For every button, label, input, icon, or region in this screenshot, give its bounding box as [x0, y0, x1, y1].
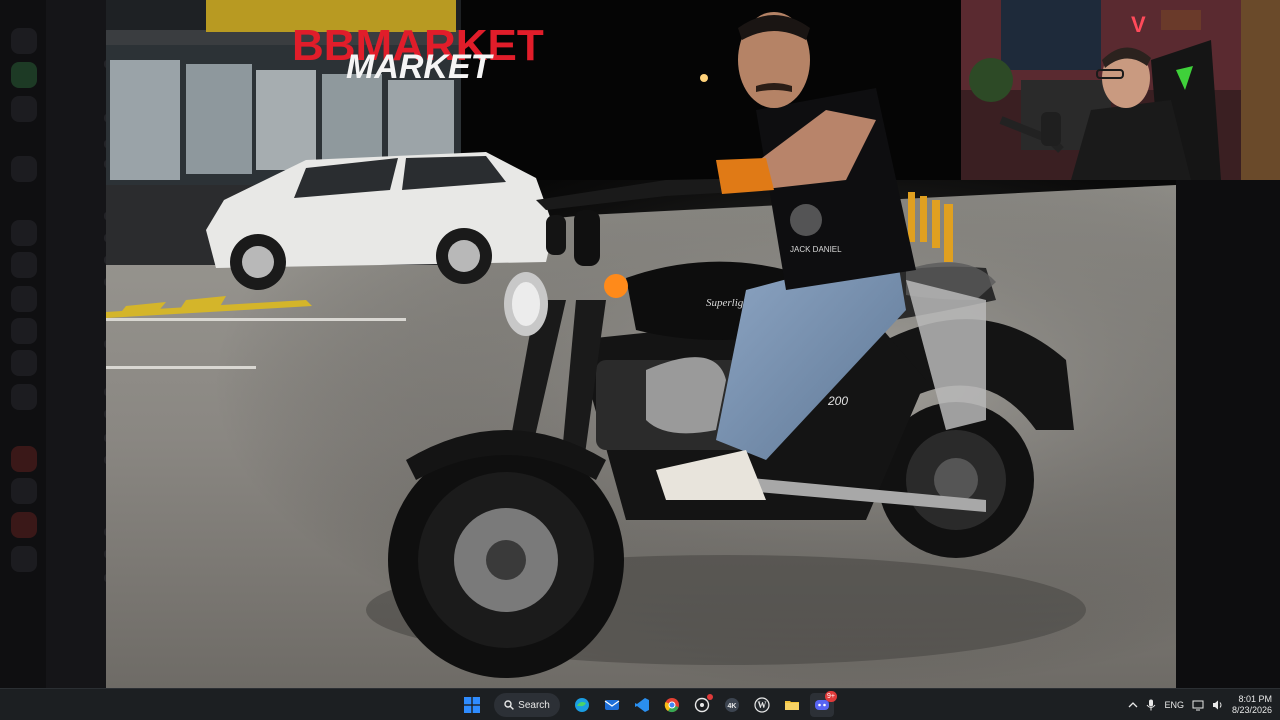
- webcam-feed: V: [961, 0, 1280, 180]
- server-icon[interactable]: [11, 350, 37, 376]
- mail-icon: [604, 700, 620, 710]
- webcam-overlay: V: [961, 0, 1280, 180]
- clock[interactable]: 8:01 PM 8/23/2026: [1232, 694, 1272, 716]
- vscode-icon: [635, 698, 649, 712]
- server-icon[interactable]: [11, 446, 37, 472]
- 4k-icon: 4K: [725, 698, 739, 712]
- file-explorer-button[interactable]: [780, 693, 804, 717]
- microphone-icon[interactable]: [1146, 699, 1156, 711]
- edge-icon: [575, 698, 589, 712]
- search-icon: [504, 700, 515, 710]
- server-icon[interactable]: [11, 156, 37, 182]
- chevron-up-icon[interactable]: [1128, 700, 1138, 710]
- volume-icon[interactable]: [1212, 699, 1224, 711]
- server-icon[interactable]: [11, 252, 37, 278]
- discord-badge: 9+: [825, 691, 837, 702]
- search-label: Search: [518, 699, 550, 711]
- shirt-print: JACK DANIEL: [790, 245, 842, 254]
- server-sidebar: [0, 0, 46, 688]
- server-icon[interactable]: [11, 546, 37, 572]
- search-button[interactable]: Search: [494, 693, 560, 717]
- network-icon[interactable]: [1192, 699, 1204, 711]
- server-icon[interactable]: [11, 318, 37, 344]
- mail-button[interactable]: [600, 693, 624, 717]
- member-panel: [1176, 180, 1280, 688]
- svg-text:W: W: [758, 700, 767, 710]
- windows-icon: [464, 697, 480, 713]
- language-indicator[interactable]: ENG: [1164, 700, 1184, 710]
- neon-logo: V: [1131, 12, 1146, 37]
- clock-date: 8/23/2026: [1231, 705, 1272, 715]
- store-sign-text: MARKET: [346, 48, 495, 86]
- server-icon[interactable]: [11, 478, 37, 504]
- 4k-button[interactable]: 4K: [720, 693, 744, 717]
- server-icon[interactable]: [11, 28, 37, 54]
- server-icon[interactable]: [11, 512, 37, 538]
- svg-text:4K: 4K: [728, 703, 737, 710]
- chrome-icon: [664, 698, 679, 713]
- server-icon[interactable]: [11, 220, 37, 246]
- folder-icon: [785, 701, 799, 710]
- wordpress-button[interactable]: W: [750, 693, 774, 717]
- taskbar: Search 4K W 9+ ENG 8:01 PM 8/23/2026: [0, 688, 1280, 720]
- server-icon[interactable]: [11, 286, 37, 312]
- server-icon[interactable]: [11, 96, 37, 122]
- system-tray: ENG 8:01 PM 8/23/2026: [1128, 689, 1272, 720]
- wordpress-icon: W: [754, 697, 770, 713]
- discord-button[interactable]: 9+: [810, 691, 837, 717]
- channel-list: [46, 0, 148, 688]
- chrome-button[interactable]: [660, 693, 684, 717]
- notification-dot: [707, 694, 713, 700]
- edge-button[interactable]: [570, 693, 594, 717]
- server-icon[interactable]: [11, 62, 37, 88]
- app-button[interactable]: [690, 693, 714, 717]
- engine-badge: 200: [827, 394, 848, 408]
- taskbar-apps: Search 4K W 9+: [460, 689, 837, 720]
- vscode-button[interactable]: [630, 693, 654, 717]
- start-button[interactable]: [460, 693, 484, 717]
- clock-time: 8:01 PM: [1238, 694, 1272, 704]
- server-icon[interactable]: [11, 384, 37, 410]
